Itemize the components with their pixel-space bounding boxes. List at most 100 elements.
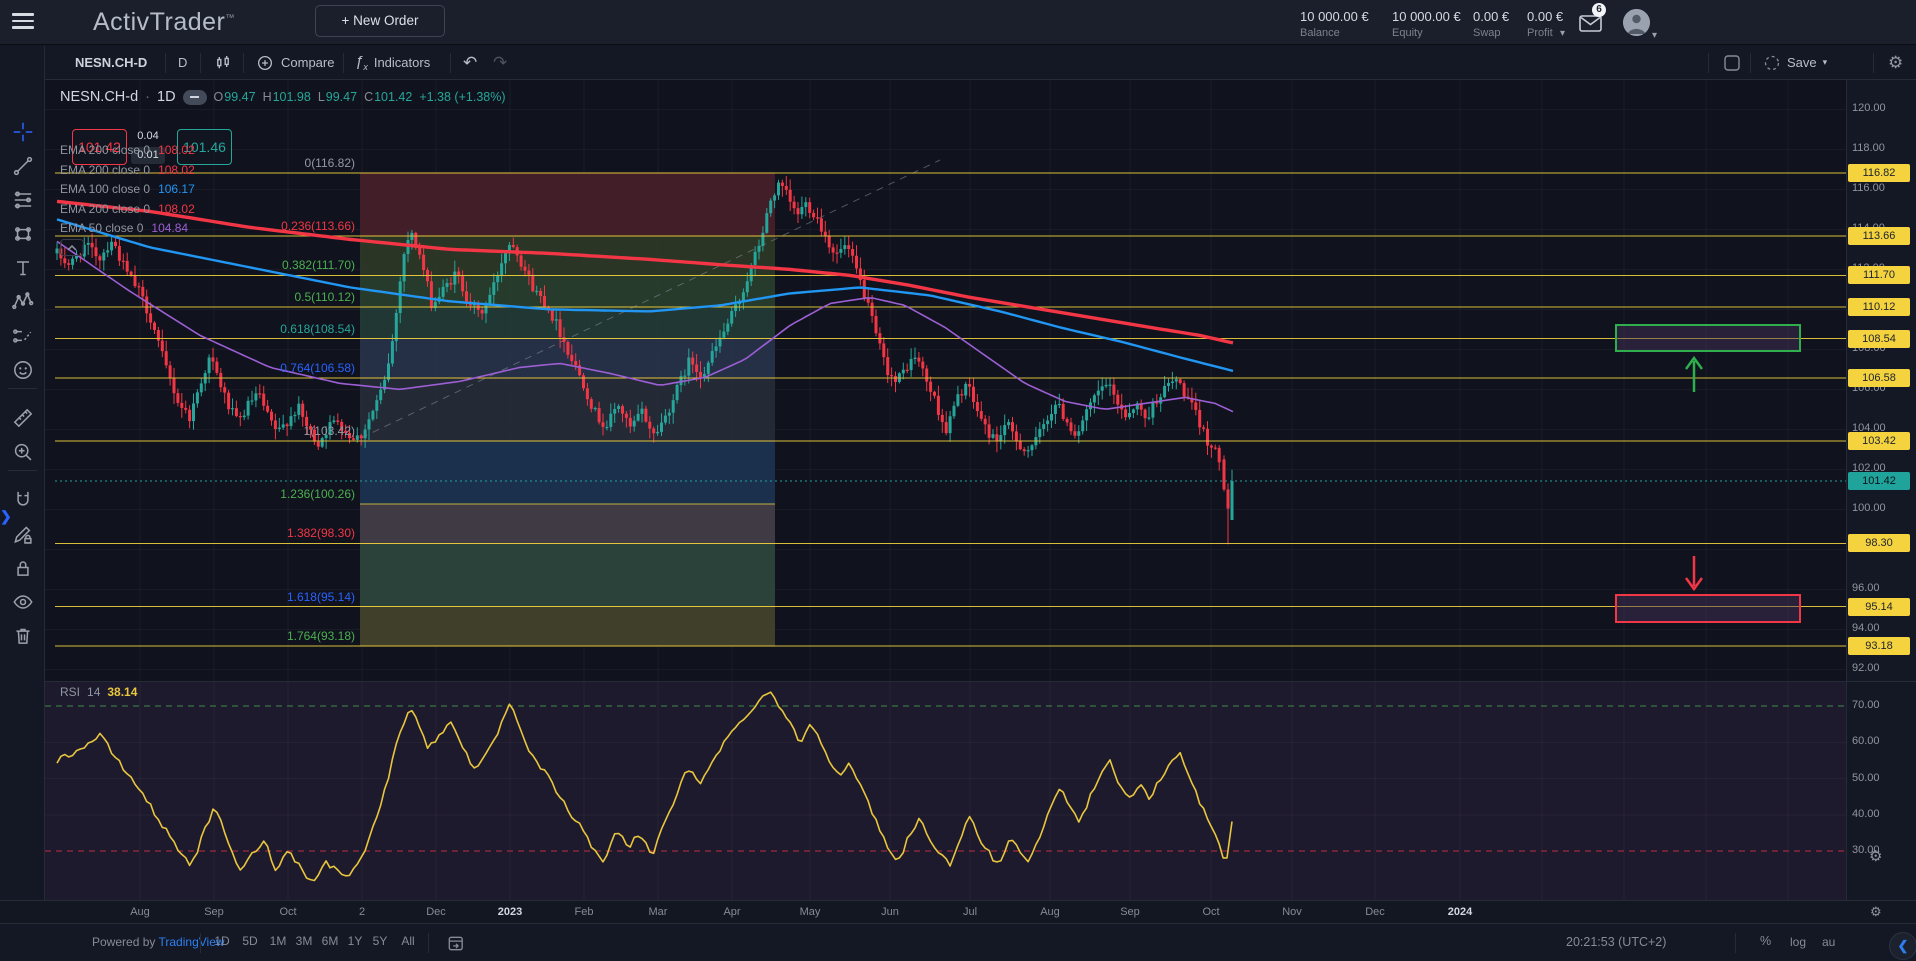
legend-visibility-toggle[interactable] bbox=[183, 90, 207, 105]
price-axis-label[interactable]: 120.00 bbox=[1852, 102, 1912, 114]
range-1M[interactable]: 1M bbox=[270, 934, 287, 948]
drawing-lock-icon[interactable] bbox=[11, 522, 35, 546]
indicator-row[interactable]: EMA 200 close 0108.02 bbox=[60, 143, 195, 157]
compare-button[interactable]: Compare bbox=[255, 46, 334, 79]
price-level-badge: 106.58 bbox=[1848, 369, 1910, 387]
time-axis-label[interactable]: Feb bbox=[575, 906, 594, 918]
goto-date-icon[interactable] bbox=[445, 933, 466, 959]
price-axis-label[interactable]: 96.00 bbox=[1852, 582, 1912, 594]
time-axis-settings-icon[interactable]: ⚙ bbox=[1870, 904, 1882, 920]
indicators-button[interactable]: ƒx Indicators bbox=[355, 46, 430, 79]
profit-caret-icon[interactable]: ▾ bbox=[1560, 28, 1565, 39]
sidebar-expand-icon[interactable]: ❯ bbox=[0, 508, 12, 525]
time-axis-label[interactable]: 2024 bbox=[1448, 906, 1472, 918]
log-scale-button[interactable]: log bbox=[1790, 935, 1806, 949]
rsi-value: 38.14 bbox=[107, 685, 137, 699]
time-axis-label[interactable]: Apr bbox=[723, 906, 740, 918]
fib-level-label: 1.382(98.30) bbox=[105, 526, 355, 540]
fib-level-label: 0.382(111.70) bbox=[105, 258, 355, 272]
time-axis-label[interactable]: Nov bbox=[1282, 906, 1302, 918]
range-1Y[interactable]: 1Y bbox=[348, 934, 363, 948]
range-1D[interactable]: 1D bbox=[214, 934, 229, 948]
zoom-in-icon[interactable] bbox=[11, 440, 35, 464]
avatar[interactable] bbox=[1623, 9, 1650, 36]
rsi-legend[interactable]: RSI14 38.14 bbox=[60, 685, 137, 699]
crosshair-icon[interactable] bbox=[11, 120, 35, 144]
price-level-badge: 108.54 bbox=[1848, 330, 1910, 348]
fib-level-label: 1(103.42) bbox=[105, 424, 355, 438]
legend-collapse-button[interactable] bbox=[60, 239, 84, 256]
legend-symbol[interactable]: NESN.CH-d bbox=[60, 89, 138, 105]
lock-all-icon[interactable] bbox=[11, 556, 35, 580]
emoji-icon[interactable] bbox=[11, 358, 35, 382]
chart-settings-gear-icon[interactable]: ⚙ bbox=[1888, 46, 1903, 79]
multichart-checkbox[interactable] bbox=[1723, 46, 1741, 79]
time-axis-label[interactable]: Jul bbox=[963, 906, 977, 918]
stat-value: 10 000.00 € bbox=[1392, 9, 1461, 24]
rsi-axis-label[interactable]: 60.00 bbox=[1852, 735, 1912, 747]
price-level-badge: 93.18 bbox=[1848, 637, 1910, 655]
price-axis-label[interactable]: 94.00 bbox=[1852, 622, 1912, 634]
rsi-axis-label[interactable]: 70.00 bbox=[1852, 699, 1912, 711]
magnet-icon[interactable] bbox=[11, 488, 35, 512]
interval-button[interactable]: D bbox=[178, 46, 187, 79]
indicator-row[interactable]: EMA 100 close 0106.17 bbox=[60, 182, 195, 196]
time-axis-label[interactable]: Mar bbox=[649, 906, 668, 918]
auto-scale-button[interactable]: au bbox=[1822, 935, 1835, 949]
menu-icon[interactable] bbox=[12, 13, 34, 31]
range-6M[interactable]: 6M bbox=[322, 934, 339, 948]
chart-type-icon[interactable] bbox=[212, 46, 234, 79]
time-axis-label[interactable]: Oct bbox=[1202, 906, 1219, 918]
indicator-row[interactable]: EMA 200 close 0108.02 bbox=[60, 202, 195, 216]
text-icon[interactable] bbox=[11, 256, 35, 280]
price-axis-label[interactable]: 118.00 bbox=[1852, 142, 1912, 154]
remove-all-icon[interactable] bbox=[11, 624, 35, 648]
xabcd-pattern-icon[interactable] bbox=[11, 290, 35, 314]
price-level-badge: 110.12 bbox=[1848, 298, 1910, 316]
ohlc-item: C101.42 bbox=[364, 90, 412, 104]
chart-canvas[interactable] bbox=[0, 0, 1916, 961]
time-axis-label[interactable]: 2 bbox=[359, 906, 365, 918]
avatar-caret-icon[interactable]: ▾ bbox=[1652, 30, 1657, 41]
time-axis-label[interactable]: Oct bbox=[279, 906, 296, 918]
symbol-button[interactable]: NESN.CH-D bbox=[75, 46, 147, 79]
time-axis-label[interactable]: Dec bbox=[426, 906, 446, 918]
pane-settings-gear-icon[interactable]: ⚙ bbox=[1869, 847, 1882, 865]
redo-icon[interactable]: ↷ bbox=[493, 46, 507, 79]
trend-line-icon[interactable] bbox=[11, 154, 35, 178]
range-5D[interactable]: 5D bbox=[242, 934, 257, 948]
time-axis-label[interactable]: Dec bbox=[1365, 906, 1385, 918]
rsi-axis-label[interactable]: 40.00 bbox=[1852, 808, 1912, 820]
price-axis-label[interactable]: 100.00 bbox=[1852, 502, 1912, 514]
save-button[interactable]: Save ▾ bbox=[1763, 46, 1827, 79]
indicator-label: EMA 200 close 0 bbox=[60, 143, 150, 157]
forecast-icon[interactable] bbox=[11, 324, 35, 348]
range-5Y[interactable]: 5Y bbox=[373, 934, 388, 948]
top-bar: ActivTrader™ + New Order 10 000.00 €Bala… bbox=[0, 0, 1916, 45]
account-stat-balance: 10 000.00 €Balance bbox=[1300, 9, 1369, 39]
time-axis-label[interactable]: Aug bbox=[130, 906, 150, 918]
price-level-badge: 116.82 bbox=[1848, 164, 1910, 182]
collapse-panel-icon[interactable]: ❮ bbox=[1889, 932, 1916, 960]
time-axis-label[interactable]: 2023 bbox=[498, 906, 522, 918]
ruler-icon[interactable] bbox=[11, 406, 35, 430]
toolbar-divider bbox=[8, 388, 37, 389]
ohlc-item: H101.98 bbox=[263, 90, 311, 104]
undo-icon[interactable]: ↶ bbox=[463, 46, 477, 79]
range-All[interactable]: All bbox=[401, 934, 414, 948]
price-axis-label[interactable]: 116.00 bbox=[1852, 182, 1912, 194]
range-3M[interactable]: 3M bbox=[296, 934, 313, 948]
time-axis-label[interactable]: Jun bbox=[881, 906, 899, 918]
percent-scale-button[interactable]: % bbox=[1760, 934, 1771, 948]
time-axis-label[interactable]: May bbox=[800, 906, 821, 918]
fib-retracement-icon[interactable] bbox=[11, 188, 35, 212]
clock[interactable]: 20:21:53 (UTC+2) bbox=[1566, 935, 1666, 949]
price-axis-label[interactable]: 92.00 bbox=[1852, 662, 1912, 674]
new-order-button[interactable]: + New Order bbox=[315, 5, 445, 37]
hide-all-icon[interactable] bbox=[11, 590, 35, 614]
rsi-axis-label[interactable]: 50.00 bbox=[1852, 772, 1912, 784]
time-axis-label[interactable]: Sep bbox=[204, 906, 224, 918]
time-axis-label[interactable]: Sep bbox=[1120, 906, 1140, 918]
time-axis-label[interactable]: Aug bbox=[1040, 906, 1060, 918]
shapes-icon[interactable] bbox=[11, 222, 35, 246]
